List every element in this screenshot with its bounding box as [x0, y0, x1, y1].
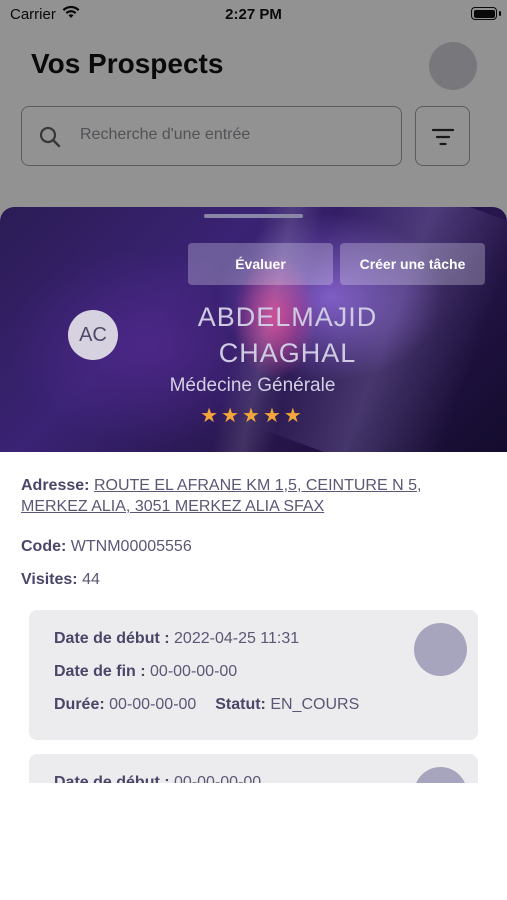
prospect-header: Évaluer Créer une tâche AC ABDELMAJID CH… [0, 207, 507, 452]
evaluate-button[interactable]: Évaluer [188, 243, 333, 285]
prospect-detail-sheet: Évaluer Créer une tâche AC ABDELMAJID CH… [0, 207, 507, 900]
visit-start-row: Date de début : 2022-04-25 11:31 [54, 630, 299, 648]
visit-action-circle[interactable] [414, 623, 467, 676]
code-label: Code: [21, 538, 67, 555]
prospect-specialty: Médecine Générale [169, 375, 336, 396]
visit-status-label: Statut: [215, 696, 266, 713]
visit-end-row: Date de fin : 00-00-00-00 [54, 663, 237, 681]
code-row: Code: WTNM00005556 [21, 538, 192, 556]
visit-duration-label: Durée: [54, 696, 105, 713]
code-value: WTNM00005556 [70, 538, 192, 555]
prospect-name: ABDELMAJID CHAGHAL [150, 299, 425, 371]
visits-label: Visites: [21, 571, 78, 588]
screen: Carrier 2:27 PM Vos Prospects Recherche … [0, 0, 507, 900]
visit-start-label: Date de début : [54, 630, 170, 647]
rating-stars: ★★★★★ [200, 405, 305, 427]
visit-start-value: 2022-04-25 11:31 [174, 630, 300, 647]
prospect-name-last: CHAGHAL [218, 338, 357, 368]
address-row: Adresse: ROUTE EL AFRANE KM 1,5, CEINTUR… [21, 475, 461, 517]
avatar: AC [68, 310, 118, 360]
prospect-name-first: ABDELMAJID [197, 302, 378, 332]
sheet-bottom-area [0, 783, 507, 900]
visit-card[interactable]: Date de début : 2022-04-25 11:31 Date de… [29, 610, 478, 740]
visit-end-label: Date de fin : [54, 663, 146, 680]
create-task-button[interactable]: Créer une tâche [340, 243, 485, 285]
visit-duration-status-row: Durée: 00-00-00-00 Statut: EN_COURS [54, 696, 359, 714]
visit-duration-value: 00-00-00-00 [109, 696, 197, 713]
visit-end-value: 00-00-00-00 [150, 663, 238, 680]
visit-status-value: EN_COURS [270, 696, 360, 713]
sheet-drag-handle[interactable] [204, 214, 303, 218]
address-label: Adresse: [21, 477, 90, 494]
visits-value: 44 [82, 571, 100, 588]
visits-row: Visites: 44 [21, 571, 100, 589]
